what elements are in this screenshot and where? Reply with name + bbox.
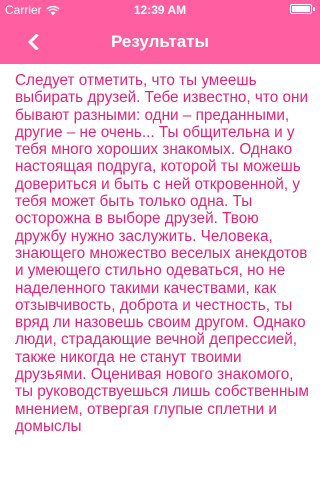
status-right	[290, 4, 315, 14]
battery-fill	[292, 6, 310, 12]
battery-icon	[290, 4, 312, 14]
result-text: Следует отметить, что ты умеешь выбирать…	[15, 72, 309, 435]
status-time: 12:39 AM	[133, 3, 187, 17]
results-screen: Carrier 12:39 AM Результаты Следует отме…	[0, 0, 320, 480]
nav-bar: Результаты	[0, 20, 320, 64]
page-title: Результаты	[110, 32, 209, 51]
battery-cap	[313, 7, 315, 11]
back-button[interactable]	[20, 29, 46, 55]
chevron-left-icon	[27, 34, 39, 50]
status-bar: Carrier 12:39 AM	[0, 0, 320, 20]
